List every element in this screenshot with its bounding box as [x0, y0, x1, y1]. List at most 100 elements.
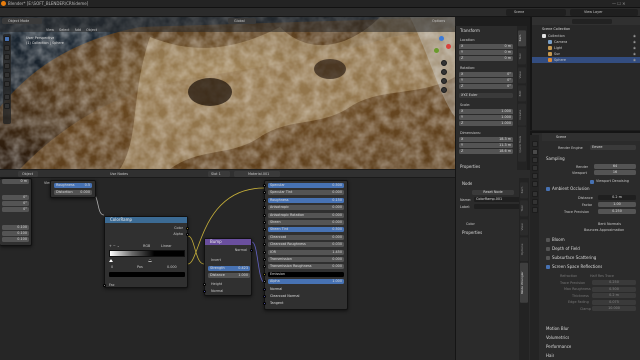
measure-tool-icon[interactable] [4, 103, 10, 109]
sidebar-tab-tool[interactable]: Tool [518, 48, 526, 65]
principled-bsdf-node[interactable]: Specular 0.500 Specular Tint 0.000 Roughness… [263, 180, 348, 310]
denoising-check-icon[interactable] [590, 179, 594, 184]
scale-field[interactable]: Y 1.000 [459, 115, 513, 120]
colorramp-node[interactable]: ColorRamp Color Alpha + − ⌄ RGB Linear 0… [103, 216, 189, 288]
bsdf-input-clearcoat[interactable]: Clearcoat 0.000 [268, 234, 344, 240]
select-tool-icon[interactable] [4, 36, 10, 42]
rotation-mode-dropdown[interactable]: XYZ Euler [459, 93, 513, 98]
strength-field[interactable]: Strength 0.423 [208, 266, 250, 271]
move-tool-icon[interactable] [4, 54, 10, 60]
add-stop-icon[interactable]: + − ⌄ [109, 244, 120, 249]
section-header[interactable]: Subsurface Scattering [552, 255, 596, 260]
section-check-icon[interactable] [546, 264, 550, 269]
scale-field[interactable]: X 1.000 [459, 109, 513, 114]
viewport-menu-item[interactable]: Select [59, 27, 69, 33]
normal-in-socket-icon[interactable] [203, 290, 206, 293]
noise-settings-node[interactable]: Roughness 0.5 Distortion 0.000 [50, 180, 96, 198]
bsdf-input-specular-tint[interactable]: Specular Tint 0.000 [268, 190, 344, 196]
dims-field[interactable]: Y 11.3 m [459, 143, 513, 148]
section-check-icon[interactable] [546, 237, 550, 242]
viewport-menu-item[interactable]: View [46, 27, 54, 33]
bsdf-input-emission[interactable]: Emission [268, 271, 344, 277]
bsdf-input-clearcoat-roughness[interactable]: Clearcoat Roughness 0.030 [268, 242, 344, 248]
bsdf-input-anisotropic[interactable]: Anisotropic 0.000 [268, 205, 344, 211]
stub-value-field[interactable]: 0° [2, 207, 29, 212]
visibility-eye-icon[interactable]: ◉ [633, 34, 636, 39]
section-header[interactable]: Volumetrics [546, 335, 569, 340]
color-socket-icon[interactable] [186, 227, 189, 230]
ssr-field[interactable]: 0.2 m [592, 293, 636, 298]
output-tab-icon[interactable] [531, 157, 538, 163]
bsdf-socket-icon[interactable] [263, 272, 266, 276]
material-tab-icon[interactable] [531, 207, 538, 213]
stop-color-swatch[interactable] [109, 272, 185, 277]
bounces-approx-checkbox[interactable]: Bounces Approximation [584, 228, 624, 233]
bsdf-input-specular[interactable]: Specular 0.500 [268, 183, 344, 188]
view-layer-tab-icon[interactable] [531, 165, 538, 171]
mode-dropdown[interactable]: Object Mode [2, 18, 42, 24]
bsdf-socket-icon[interactable] [263, 228, 266, 232]
render-engine-dropdown[interactable]: Eevee [590, 145, 636, 150]
object-tab-icon[interactable] [531, 191, 538, 197]
ramp-stop-white-icon[interactable] [109, 259, 113, 262]
3d-viewport[interactable] [0, 17, 455, 169]
bsdf-socket-icon[interactable] [263, 243, 266, 247]
colorramp-mode[interactable]: RGB [143, 244, 150, 249]
ssr-field[interactable]: 0.250 [592, 280, 636, 285]
transform-tool-icon[interactable] [4, 81, 10, 87]
sidebar-tab-quick-tools[interactable]: Quick Tools [518, 127, 526, 162]
reset-node-button[interactable]: Reset Node [472, 190, 514, 195]
sidebar-tab-view[interactable]: View [518, 66, 526, 84]
bsdf-socket-icon[interactable] [263, 191, 266, 195]
bsdf-input-roughness[interactable]: Roughness 0.150 [268, 197, 344, 203]
ao-field[interactable]: 0.250 [598, 209, 636, 214]
annotate-tool-icon[interactable] [4, 94, 10, 100]
scene-tab-icon[interactable] [531, 173, 538, 179]
ramp-stop-black-icon[interactable] [148, 259, 152, 262]
visibility-eye-icon[interactable]: ◉ [633, 52, 636, 57]
visibility-eye-icon[interactable]: ◉ [633, 40, 636, 45]
node-color-toggle[interactable]: Color [466, 222, 475, 227]
location-field[interactable]: Y 0 m [459, 50, 513, 55]
zoom-icon[interactable] [441, 60, 447, 66]
render-tab-icon[interactable] [531, 149, 538, 155]
section-check-icon[interactable] [546, 246, 550, 251]
fac-socket-icon[interactable] [103, 284, 106, 287]
sidebar-tab-edit[interactable]: Edit [518, 85, 526, 102]
color-ramp-gradient[interactable] [109, 250, 185, 257]
ssr-field[interactable]: 10.000 [592, 306, 636, 311]
node-name-input[interactable]: ColorRamp.001 [474, 197, 522, 202]
navigation-gizmo[interactable] [432, 36, 452, 56]
sidebar-tab-create[interactable]: Create [518, 103, 526, 126]
properties-header[interactable]: Properties [460, 164, 480, 169]
cursor-tool-icon[interactable] [4, 45, 10, 51]
section-header[interactable]: Hair [546, 353, 554, 358]
section-header[interactable]: Screen Space Reflections [552, 264, 602, 269]
section-check-icon[interactable] [546, 255, 550, 260]
bsdf-input-clearcoat-normal[interactable]: Clearcoat Normal [268, 294, 344, 299]
bsdf-socket-icon[interactable] [263, 221, 266, 224]
x-axis-icon[interactable] [446, 44, 451, 49]
visibility-eye-icon[interactable]: ◉ [633, 58, 636, 63]
dims-field[interactable]: X 18.3 m [459, 137, 513, 142]
scale-tool-icon[interactable] [4, 72, 10, 78]
normal-socket-icon[interactable] [250, 249, 253, 252]
stub-value-field[interactable]: 0° [2, 195, 29, 200]
bump-node[interactable]: Bump Normal Invert Strength 0.423 Distanc… [203, 238, 253, 296]
node-properties-header[interactable]: Properties [462, 230, 482, 235]
node-tab-view[interactable]: View [520, 218, 528, 236]
bent-normals-checkbox[interactable]: Bent Normals [598, 222, 621, 227]
visibility-eye-icon[interactable]: ◉ [633, 46, 636, 51]
rotation-field[interactable]: Z 0° [459, 84, 513, 89]
bsdf-socket-icon[interactable] [263, 250, 266, 254]
stub-value-field[interactable]: 0° [2, 201, 29, 206]
sampling-section[interactable]: Sampling [546, 156, 565, 161]
bsdf-input-transmission-roughness[interactable]: Transmission Roughness 0.000 [268, 264, 344, 270]
section-header[interactable]: Bloom [552, 237, 565, 242]
height-socket-icon[interactable] [203, 283, 206, 286]
bsdf-input-ior[interactable]: IOR 1.450 [268, 249, 344, 255]
viewport-menu-item[interactable]: Object [86, 27, 97, 33]
rotation-field[interactable]: X 0° [459, 72, 513, 77]
window-controls[interactable]: — ☐ ✕ [612, 1, 625, 6]
ao-field[interactable]: 1.00 [598, 202, 636, 207]
